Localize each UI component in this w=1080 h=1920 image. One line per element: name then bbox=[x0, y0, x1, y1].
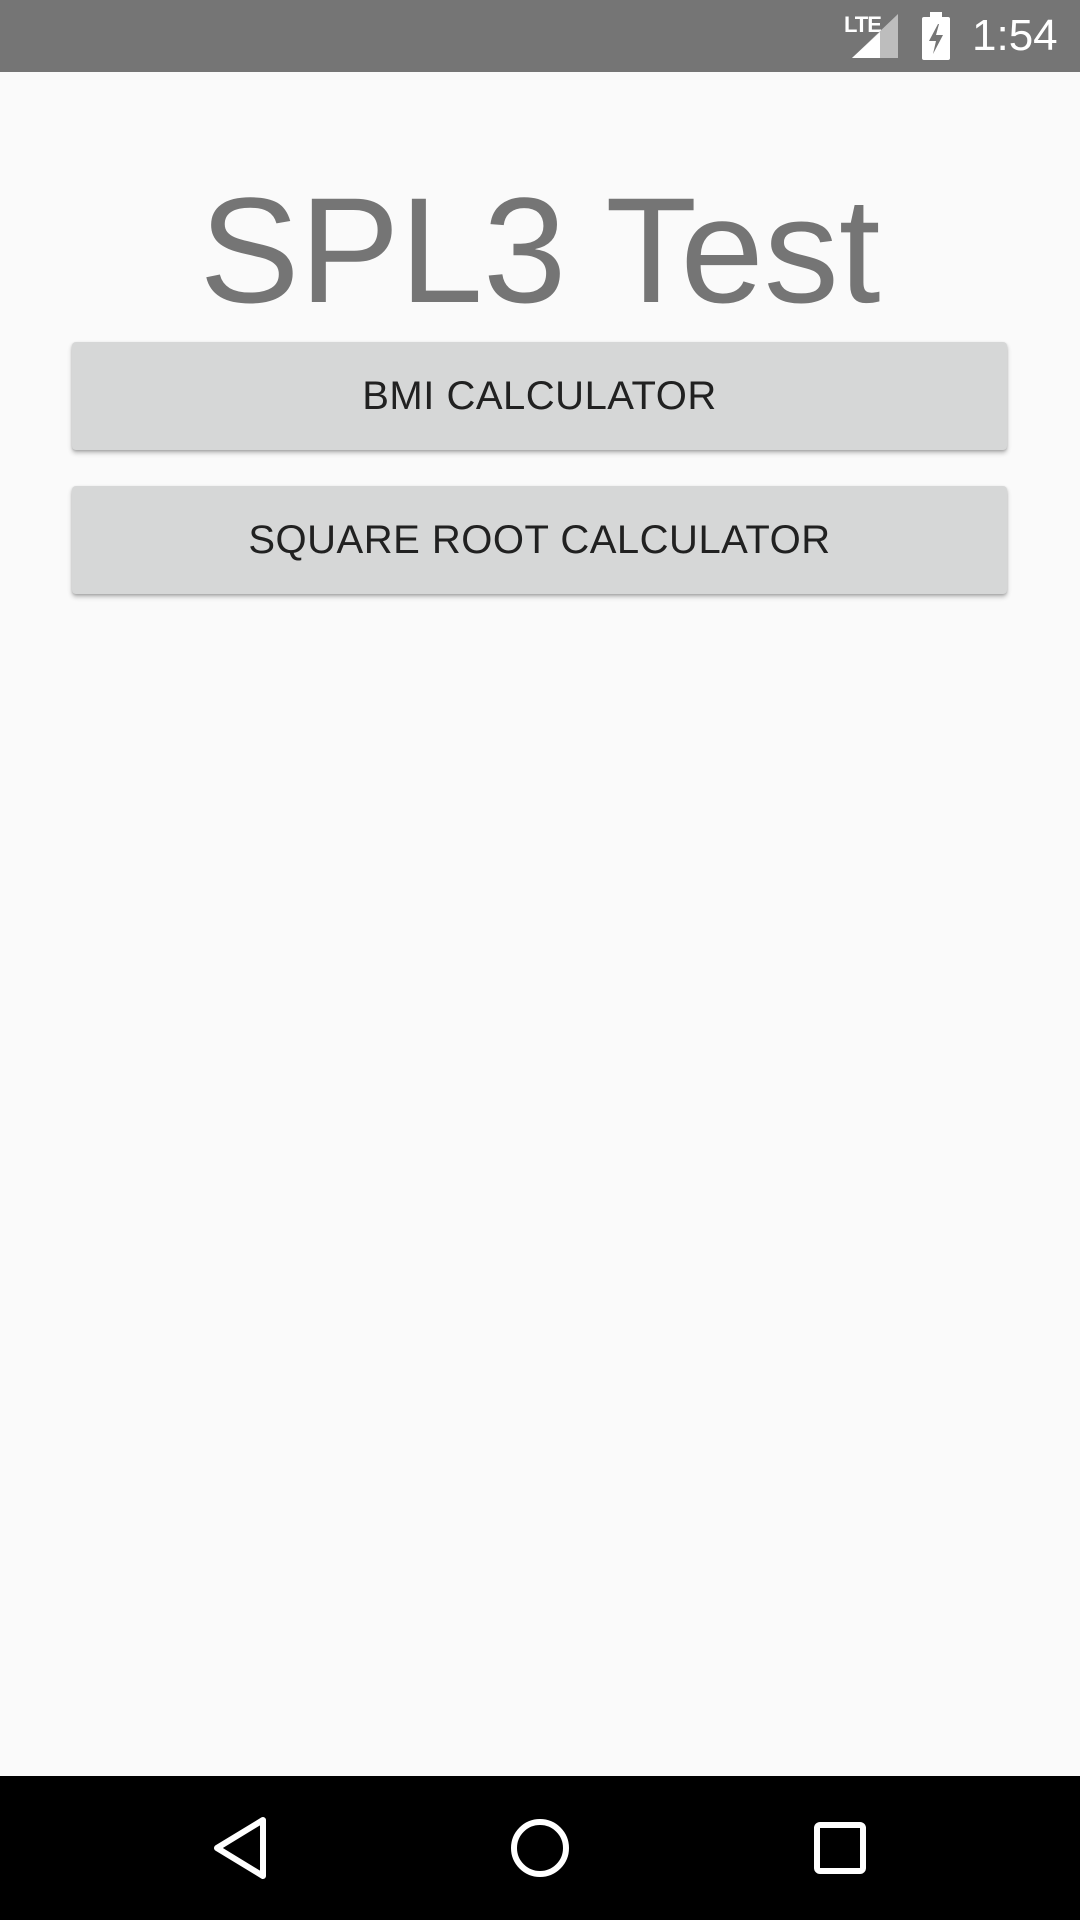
recents-icon[interactable] bbox=[796, 1804, 884, 1892]
status-bar: LTE 1:54 bbox=[0, 0, 1080, 72]
main-content: SPL3 Test BMI CALCULATOR SQUARE ROOT CAL… bbox=[0, 72, 1080, 1776]
signal-icon bbox=[852, 14, 898, 58]
navigation-bar bbox=[0, 1776, 1080, 1920]
home-icon[interactable] bbox=[496, 1804, 584, 1892]
status-clock: 1:54 bbox=[972, 11, 1058, 60]
battery-charging-icon bbox=[922, 12, 950, 60]
bmi-calculator-button[interactable]: BMI CALCULATOR bbox=[72, 342, 1007, 450]
page-title: SPL3 Test bbox=[199, 166, 881, 334]
square-root-calculator-button[interactable]: SQUARE ROOT CALCULATOR bbox=[72, 486, 1007, 594]
back-icon[interactable] bbox=[197, 1804, 285, 1892]
